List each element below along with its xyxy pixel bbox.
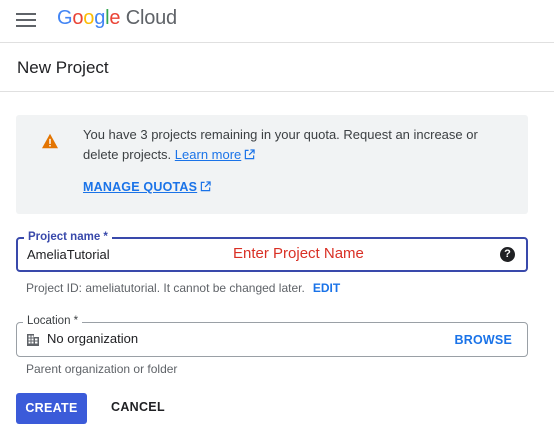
project-name-field[interactable]: Project name * AmeliaTutorial Enter Proj…	[16, 230, 528, 272]
logo-letter: G	[57, 7, 73, 29]
learn-more-label: Learn more	[174, 147, 242, 162]
browse-button[interactable]: BROWSE	[455, 333, 512, 347]
project-name-input[interactable]: AmeliaTutorial	[27, 247, 110, 262]
project-id-helper: Project ID: ameliatutorial. It cannot be…	[26, 281, 340, 295]
edit-project-id-button[interactable]: EDIT	[313, 281, 340, 295]
logo-cloud-text: Cloud	[120, 7, 177, 29]
quota-message: You have 3 projects remaining in your qu…	[83, 125, 513, 165]
help-circle-icon[interactable]: ?	[500, 247, 515, 262]
location-value: No organization	[47, 331, 139, 346]
external-link-icon	[200, 181, 211, 192]
external-link-icon	[245, 149, 255, 160]
manage-quotas-link[interactable]: MANAGE QUOTAS	[83, 180, 211, 194]
page-header: New Project	[0, 43, 554, 92]
project-id-text: Project ID: ameliatutorial. It cannot be…	[26, 281, 305, 295]
hamburger-menu-icon[interactable]	[16, 12, 36, 28]
quota-message-text: You have 3 projects remaining in your qu…	[83, 127, 478, 162]
create-button[interactable]: CREATE	[16, 393, 87, 424]
location-field[interactable]: Location * No organization BROWSE	[16, 314, 528, 357]
logo-letter: o	[72, 7, 84, 29]
manage-quotas-label: MANAGE QUOTAS	[83, 180, 198, 194]
project-name-annotation: Enter Project Name	[233, 245, 364, 262]
building-icon	[27, 334, 39, 346]
location-label: Location *	[23, 314, 83, 328]
quota-notice: You have 3 projects remaining in your qu…	[16, 115, 528, 214]
learn-more-link[interactable]: Learn more	[175, 147, 255, 162]
project-name-label: Project name *	[24, 230, 112, 244]
logo-letter: e	[109, 7, 121, 29]
logo-letter: o	[83, 7, 95, 29]
logo-letter: g	[94, 7, 106, 29]
cancel-button[interactable]: CANCEL	[111, 400, 165, 414]
google-cloud-logo[interactable]: Google Cloud	[57, 7, 177, 30]
top-app-bar: Google Cloud	[0, 0, 554, 43]
warning-icon	[42, 133, 58, 149]
page-title: New Project	[17, 58, 109, 77]
location-helper: Parent organization or folder	[26, 362, 178, 376]
